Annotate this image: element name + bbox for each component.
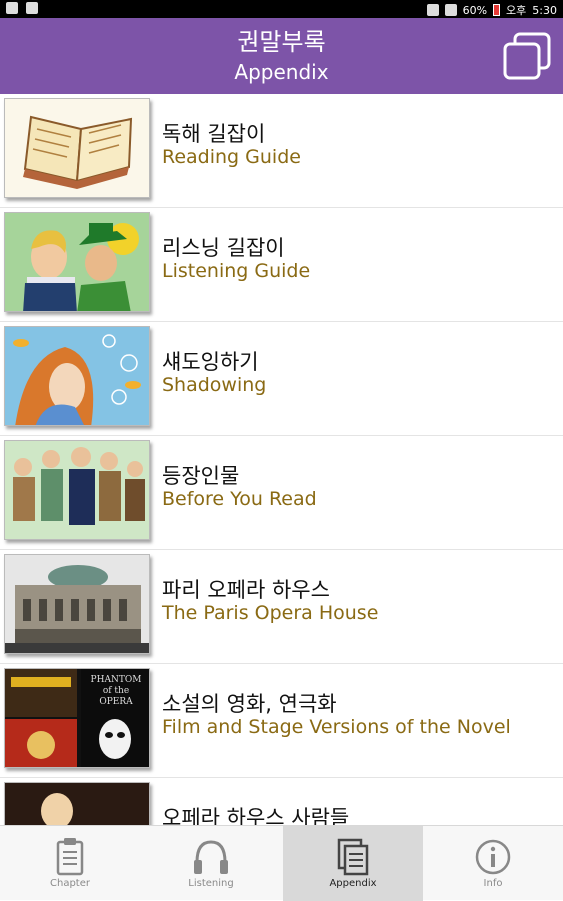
tab-label: Chapter (50, 878, 90, 889)
window-switch-icon[interactable] (501, 30, 553, 82)
item-title-en: Shadowing (162, 374, 267, 396)
underwater-girl-illustration (4, 326, 150, 426)
item-title-ko: 파리 오페라 하우스 (162, 578, 330, 602)
info-icon (473, 836, 513, 878)
list-item-shadowing[interactable]: 섀도잉하기 Shadowing (0, 322, 563, 436)
item-title-ko: 오페라 하우스 사람들 (162, 806, 350, 825)
list-item-paris-opera-house[interactable]: 파리 오페라 하우스 The Paris Opera House (0, 550, 563, 664)
poster-title-text: PHANTOM of the OPERA (90, 675, 142, 707)
status-time: 5:30 (532, 3, 557, 17)
tab-label: Appendix (329, 878, 377, 889)
tab-info[interactable]: Info (423, 826, 563, 901)
tab-listening[interactable]: Listening (141, 826, 281, 901)
item-title-en: Reading Guide (162, 146, 301, 168)
header-title-ko: 권말부록 (237, 28, 326, 56)
list-item-listening-guide[interactable]: 리스닝 길잡이 Listening Guide (0, 208, 563, 322)
item-title-ko: 섀도잉하기 (162, 350, 259, 374)
notification-icon (26, 2, 38, 14)
status-ampm: 오후 (506, 4, 527, 17)
item-title-en: Before You Read (162, 488, 317, 510)
tab-chapter[interactable]: Chapter (0, 826, 140, 901)
film-posters-collage: PHANTOM of the OPERA (4, 668, 150, 768)
appendix-list: 독해 길잡이 Reading Guide 리스닝 길잡이 Listening G… (0, 94, 563, 825)
wifi-icon (444, 4, 457, 16)
status-bar: 60% 오후 5:30 (0, 0, 563, 18)
item-title-en: Listening Guide (162, 260, 311, 282)
list-item-opera-house-people[interactable]: 오페라 하우스 사람들 (0, 778, 563, 825)
list-item-reading-guide[interactable]: 독해 길잡이 Reading Guide (0, 94, 563, 208)
documents-icon (333, 836, 373, 878)
app-header: 권말부록 Appendix (0, 18, 563, 94)
tab-label: Listening (188, 878, 234, 889)
mute-icon (426, 4, 439, 16)
item-title-en: Film and Stage Versions of the Novel (162, 716, 511, 738)
header-title-en: Appendix (234, 60, 329, 84)
cast-characters-illustration (4, 440, 150, 540)
clipboard-icon (50, 836, 90, 878)
headphones-icon (191, 836, 231, 878)
item-title-ko: 등장인물 (162, 464, 240, 488)
bottom-tab-bar: Chapter Listening Appendix Info (0, 825, 563, 901)
characters-whisper-illustration (4, 212, 150, 312)
tab-label: Info (483, 878, 503, 889)
battery-percent: 60% (462, 3, 488, 17)
item-title-ko: 리스닝 길잡이 (162, 236, 285, 260)
item-title-en: The Paris Opera House (162, 602, 379, 624)
opera-house-photo (4, 554, 150, 654)
list-item-film-stage-versions[interactable]: PHANTOM of the OPERA 소설의 영화, 연극화 Film an… (0, 664, 563, 778)
tab-appendix[interactable]: Appendix (283, 826, 423, 901)
book-illustration (4, 98, 150, 198)
item-title-ko: 독해 길잡이 (162, 122, 266, 146)
item-title-ko: 소설의 영화, 연극화 (162, 692, 337, 716)
battery-icon (493, 4, 501, 16)
list-item-before-you-read[interactable]: 등장인물 Before You Read (0, 436, 563, 550)
usb-icon (6, 2, 18, 14)
opera-singer-photo (4, 782, 150, 825)
